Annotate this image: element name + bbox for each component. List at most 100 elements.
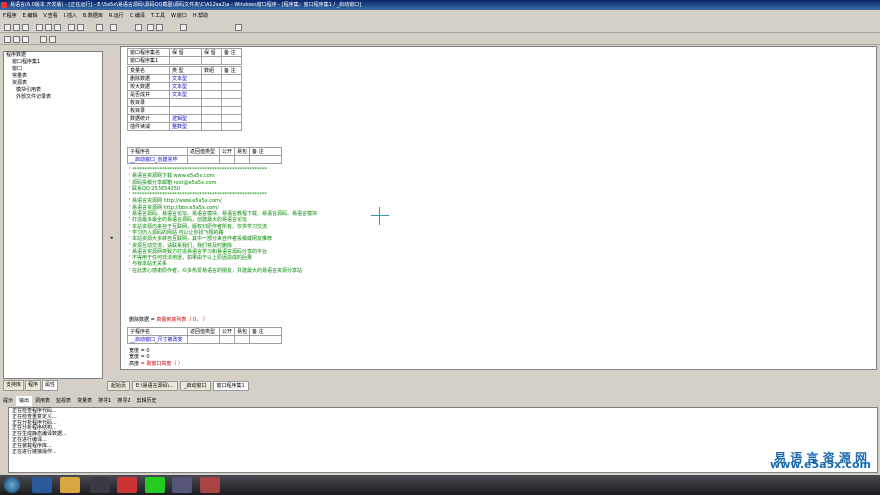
tree-item-modules[interactable]: 模块引用表 [4,87,102,94]
tree-item-root[interactable]: 程序数据 [4,52,102,59]
window-titlebar: 易语言(6.0版本 开发版) - [正在运行] - E:\5a5x\易语言源码\… [0,0,880,10]
align-center-icon[interactable] [13,36,20,43]
pane-splitter[interactable]: ◂ [104,51,120,379]
tab-program[interactable]: 程序 [25,380,42,391]
tree-item-assembly[interactable]: 窗口程序集1 [4,59,102,66]
menu-database[interactable]: B.数据库 [80,11,106,21]
find-icon[interactable] [96,24,103,31]
sub-name[interactable]: __启动窗口_创建完毕 [127,155,188,164]
menu-run[interactable]: R.运行 [106,11,127,21]
var-name[interactable]: 枚目录 [127,106,170,115]
var-type[interactable]: 文本型 [169,82,202,91]
stmt-target: 宽度 [129,354,140,361]
stmt-value: 真假到底列表（ 0， ） [156,317,208,323]
tree-item-resources[interactable]: 资源表 [4,80,102,87]
col-note: 备 注 [249,147,283,156]
stmt-value: = 0 [139,354,150,361]
var-type[interactable]: 文本型 [169,74,202,83]
collapse-arrow-icon[interactable]: ◂ [110,235,113,241]
undo-icon[interactable] [68,24,75,31]
var-name[interactable]: 是否成并 [127,90,170,99]
col-public: 公开 [218,327,236,336]
green-app-icon[interactable] [145,477,165,493]
var-type[interactable] [169,98,202,107]
tab-startup-window[interactable]: _启动窗口 [180,381,211,391]
menu-bar: F.程序 E.编辑 V.查看 I.插入 B.数据库 R.运行 C.编译 T.工具 W.窗口 H.帮… [0,11,880,21]
menu-compile[interactable]: C.编译 [127,11,148,21]
var-name[interactable]: 数据统计 [127,114,170,123]
easy-lang-icon[interactable] [200,477,220,493]
ie-icon[interactable] [32,477,52,493]
copy-icon[interactable] [45,24,52,31]
tab-output[interactable]: 输出 [16,396,33,406]
var-name[interactable]: 枚目录 [127,98,170,107]
menu-view[interactable]: V.查看 [40,11,60,21]
tree-item-constants[interactable]: 常量表 [4,73,102,80]
chrome-icon[interactable] [117,477,137,493]
menu-help[interactable]: H.帮助 [190,11,211,21]
tree-item-window[interactable]: 窗口 [4,66,102,73]
col-public: 公开 [218,147,236,156]
paste-icon[interactable] [54,24,61,31]
tab-assembly[interactable]: 窗口程序集1 [212,381,249,391]
binoculars-icon[interactable] [235,24,242,31]
tab-search2[interactable]: 搜寻2 [114,396,133,406]
output-tabs: 提示 输出 调用表 监视表 变量表 搜寻1 搜寻2 剪辑历史 [0,396,880,406]
tab-properties[interactable]: 属性 [42,380,59,391]
menu-tools[interactable]: T.工具 [148,11,168,21]
var-type[interactable]: 整数型 [169,122,202,131]
var-type[interactable] [169,106,202,115]
tab-hint[interactable]: 提示 [0,396,16,406]
app-icon[interactable] [172,477,192,493]
assembly-table: 窗口程序集名保 留保 留备 注 窗口程序集1 [127,48,242,65]
compile-icon[interactable] [110,24,117,31]
align-left-icon[interactable] [4,36,11,43]
var-name[interactable]: 插件读减 [127,122,170,131]
code-editor[interactable]: 窗口程序集名保 留保 留备 注 窗口程序集1 变量名类 型数组备 注 删除数据文… [120,46,877,370]
tab-call-table[interactable]: 调用表 [32,396,53,406]
folder-icon[interactable] [60,477,80,493]
assembly-name[interactable]: 窗口程序集1 [127,56,170,65]
statement-block: 宽度 = 0 宽度 = 0 高度 = 取窗口高度（ ） [129,348,183,367]
tab-clip-history[interactable]: 剪辑历史 [133,396,159,406]
sub1-table: 子程序名 返回值类型 公开 易包备 注 __启动窗口_创建完毕 [127,147,283,164]
tab-source-file[interactable]: E:\易语言源码\... [132,381,178,391]
menu-insert[interactable]: I.插入 [61,11,80,21]
open-icon[interactable] [13,24,20,31]
start-button[interactable] [4,477,20,493]
crosshair-cursor-icon [371,207,389,225]
col-reserve2: 保 留 [201,48,222,57]
col-var-array: 数组 [201,66,222,75]
step-icon[interactable] [156,24,163,31]
menu-program[interactable]: F.程序 [0,11,20,21]
align-bottom-icon[interactable] [49,36,56,43]
tab-start-page[interactable]: 起始页 [107,381,131,391]
tree-item-external-files[interactable]: 外部文件记录表 [4,94,102,101]
tab-variables[interactable]: 变量表 [74,396,95,406]
tab-watch[interactable]: 监视表 [53,396,74,406]
statement-line[interactable]: 删除数据 = 真假到底列表（ 0， ） [129,317,208,323]
menu-window[interactable]: W.窗口 [168,11,190,21]
watermark-url: www.e5a5x.com [770,457,871,471]
var-name[interactable]: 删除数据 [127,74,170,83]
var-type[interactable]: 逻辑型 [169,114,202,123]
comment-line[interactable]: ' 在此衷心感谢原作者，众多热爱易语言的朋友，共建最大的易语言资源分享站 [129,268,317,274]
align-top-icon[interactable] [40,36,47,43]
tab-support-lib[interactable]: 支持库 [3,380,25,391]
var-name[interactable]: 校大数据 [127,82,170,91]
sub-name[interactable]: __启动窗口_尺寸被改变 [127,335,188,344]
media-icon[interactable] [90,477,110,493]
debug-icon[interactable] [180,24,187,31]
new-icon[interactable] [4,24,11,31]
align-right-icon[interactable] [22,36,29,43]
redo-icon[interactable] [77,24,84,31]
menu-edit[interactable]: E.编辑 [20,11,41,21]
tab-search1[interactable]: 搜寻1 [95,396,114,406]
var-type[interactable]: 文本型 [169,90,202,99]
run-icon[interactable] [135,24,142,31]
cut-icon[interactable] [36,24,43,31]
statement-line[interactable]: 高度 = 取窗口高度（ ） [129,361,183,367]
output-panel[interactable]: 正在检查程序代码... 正在检查重复定义... 正在分析程序代码... 正在分析… [8,407,878,473]
save-icon[interactable] [22,24,29,31]
stop-icon[interactable] [147,24,154,31]
